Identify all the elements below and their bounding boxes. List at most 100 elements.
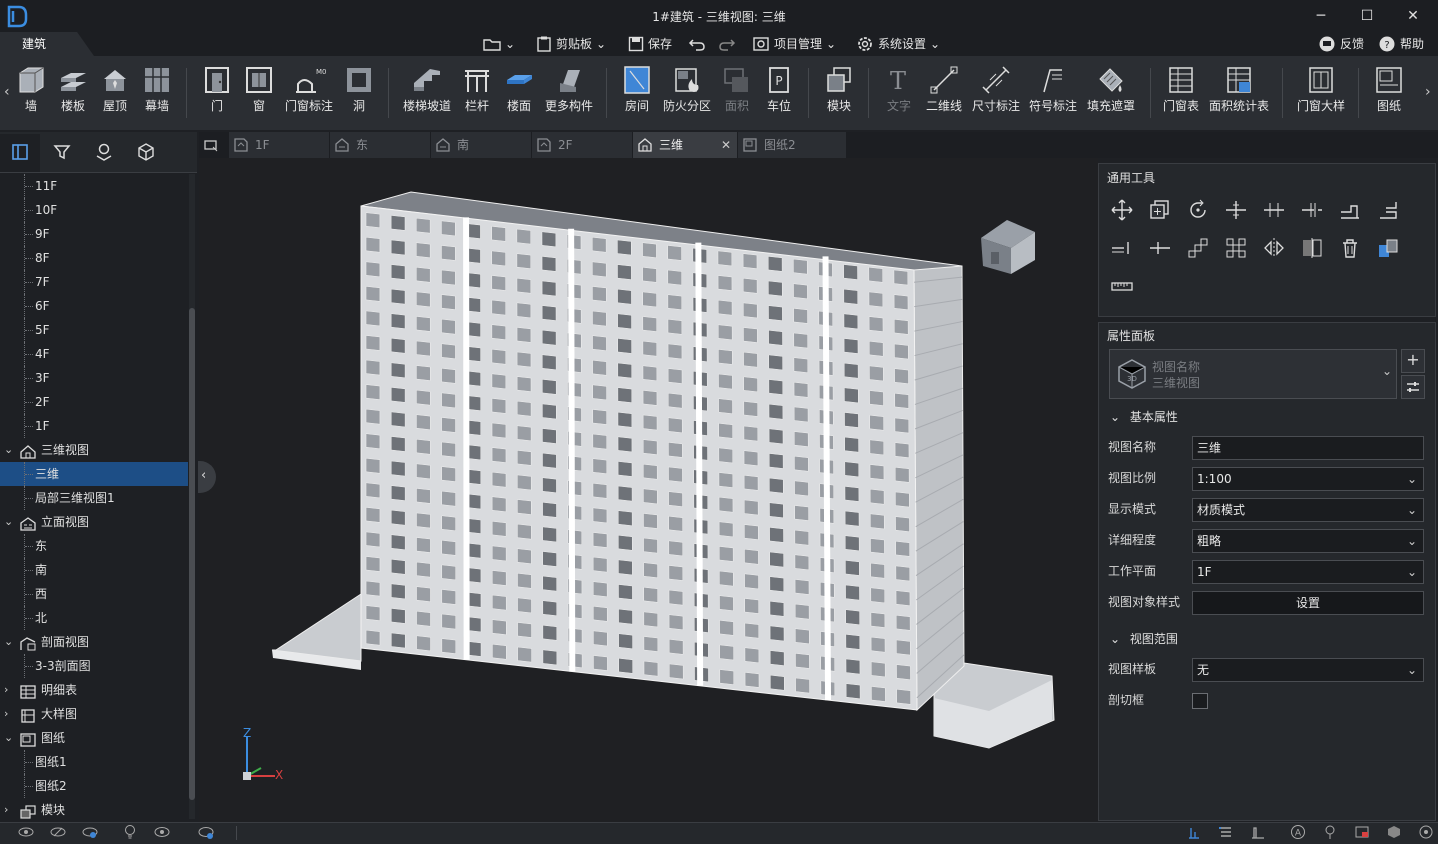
section-header[interactable]: ⌄ 视图范围 (1110, 630, 1178, 647)
roof-button[interactable]: 屋顶 (98, 62, 132, 122)
fill-mask-button[interactable]: 填充遮罩 (1084, 62, 1138, 122)
array-grid-tool-button[interactable] (1221, 234, 1251, 264)
align-tool-button[interactable] (1259, 196, 1289, 226)
drawing-button[interactable]: 图纸 (1370, 62, 1408, 122)
area-table-button[interactable]: 面积统计表 (1206, 62, 1272, 122)
tree-item[interactable]: 北 (0, 606, 188, 630)
level-button[interactable] (1248, 825, 1268, 841)
tree-group[interactable]: ⌄ 立面视图 (0, 510, 188, 534)
list-button[interactable] (1216, 825, 1236, 841)
cube-view-button[interactable] (126, 134, 166, 172)
feedback-button[interactable]: 反馈 (1318, 34, 1364, 54)
undo-button[interactable] (688, 34, 706, 54)
tree-item[interactable]: 图纸1 (0, 750, 188, 774)
panel-toggle-button[interactable] (0, 134, 40, 172)
chevron-right-icon[interactable]: › (4, 678, 8, 702)
chevron-right-icon[interactable]: › (4, 702, 8, 726)
property-select[interactable]: 无 ⌄ (1192, 658, 1424, 682)
split-tool-button[interactable] (1221, 196, 1251, 226)
tree-group[interactable]: ⌄ 剖面视图 (0, 630, 188, 654)
tree-item[interactable]: 东 (0, 534, 188, 558)
symbol-button[interactable]: 符号标注 (1026, 62, 1080, 122)
chevron-down-icon[interactable]: ⌄ (4, 726, 13, 750)
open-menu[interactable]: ⌄ (483, 34, 515, 54)
tree-item[interactable]: 西 (0, 582, 188, 606)
door-window-detail-button[interactable]: 门窗大样 (1294, 62, 1348, 122)
chevron-down-icon[interactable]: ⌄ (4, 630, 13, 654)
move-tool-button[interactable] (1107, 196, 1137, 226)
minimize-button[interactable]: ─ (1298, 4, 1344, 28)
tree-scrollbar-thumb[interactable] (189, 308, 195, 800)
chevron-down-icon[interactable]: ⌄ (4, 510, 13, 534)
tree-item[interactable]: 3-3剖面图 (0, 654, 188, 678)
window-button[interactable]: 窗 (242, 62, 276, 122)
view-settings-button[interactable] (1401, 375, 1425, 399)
curtain-wall-button[interactable]: 幕墙 (140, 62, 174, 122)
eye-settings-toggle[interactable] (196, 825, 216, 841)
clipboard-menu[interactable]: 剪贴板 ⌄ (536, 34, 606, 54)
view-type-selector[interactable]: 3D 视图名称 三维视图 ⌄ (1109, 349, 1397, 399)
system-settings-menu[interactable]: 系统设置 ⌄ (856, 34, 940, 54)
array-split-tool-button[interactable] (1145, 234, 1175, 264)
fire-zone-button[interactable]: 防火分区 (660, 62, 714, 122)
text-button[interactable]: T 文字 (882, 62, 916, 122)
close-button[interactable]: ✕ (1390, 4, 1436, 28)
chevron-right-icon[interactable]: › (4, 798, 8, 822)
tree-item[interactable]: 6F (0, 294, 188, 318)
tree-item[interactable]: 南 (0, 558, 188, 582)
dimension-button[interactable]: 尺寸标注 (970, 62, 1022, 122)
section-box-checkbox[interactable] (1192, 693, 1208, 709)
tree-item[interactable]: 7F (0, 270, 188, 294)
ribbon-scroll-right-icon[interactable]: › (1425, 84, 1431, 100)
more-components-button[interactable]: 更多构件 (542, 62, 596, 122)
visibility-2-toggle[interactable] (48, 825, 68, 841)
tree-item[interactable]: 8F (0, 246, 188, 270)
property-select[interactable]: 1F ⌄ (1192, 560, 1424, 584)
opening-button[interactable]: 洞 (342, 62, 376, 122)
material-tool-button[interactable] (1373, 234, 1403, 264)
tree-group[interactable]: › 大样图 (0, 702, 188, 726)
visibility-toggle[interactable] (16, 825, 36, 841)
chevron-down-icon[interactable]: ⌄ (4, 438, 13, 462)
tree-item[interactable]: 11F (0, 174, 188, 198)
property-select[interactable]: 1:100 ⌄ (1192, 467, 1424, 491)
measure-tool-button[interactable] (1107, 272, 1137, 302)
ribbon-scroll-left-icon[interactable]: ‹ (4, 84, 10, 100)
target-button[interactable] (1416, 825, 1436, 841)
section-header[interactable]: ⌄ 基本属性 (1110, 408, 1178, 425)
door-window-table-button[interactable]: 门窗表 (1160, 62, 1202, 122)
cube-button[interactable] (1384, 825, 1404, 841)
tree-item[interactable]: 3F (0, 366, 188, 390)
location-button[interactable] (84, 134, 124, 172)
mirror-tool-button[interactable] (1259, 234, 1289, 264)
floor-button[interactable]: 楼面 (502, 62, 536, 122)
wall-button[interactable]: 墙 (14, 62, 48, 122)
help-button[interactable]: ? 帮助 (1378, 34, 1424, 54)
stair-ramp-button[interactable]: 楼梯坡道 (400, 62, 454, 122)
object-style-button[interactable]: 设置 (1192, 591, 1424, 615)
door-button[interactable]: 门 (200, 62, 234, 122)
tree-group[interactable]: ⌄ 三维视图 (0, 438, 188, 462)
array-diagonal-tool-button[interactable] (1183, 234, 1213, 264)
delete-tool-button[interactable] (1335, 234, 1365, 264)
rotate-tool-button[interactable] (1183, 196, 1213, 226)
tree-item[interactable]: 三维 (0, 462, 188, 486)
3d-viewport[interactable]: Z X (199, 158, 1098, 822)
property-input[interactable]: 三维 (1192, 436, 1424, 460)
tab-3[interactable]: 南 (431, 132, 532, 158)
tree-item[interactable]: 2F (0, 390, 188, 414)
redo-button[interactable] (718, 34, 736, 54)
trim-tool-button[interactable] (1373, 196, 1403, 226)
close-tab-icon[interactable]: ✕ (721, 132, 731, 158)
property-select[interactable]: 粗略 ⌄ (1192, 529, 1424, 553)
room-button[interactable]: 房间 (620, 62, 654, 122)
image-button[interactable] (1352, 825, 1372, 841)
tree-item[interactable]: 5F (0, 318, 188, 342)
slab-button[interactable]: 楼板 (56, 62, 90, 122)
door-window-tag-button[interactable]: M01 门窗标注 (282, 62, 336, 122)
line-2d-button[interactable]: 二维线 (922, 62, 966, 122)
a-button[interactable]: A (1288, 824, 1308, 841)
tab-6[interactable]: 图纸2 (738, 132, 847, 158)
tab-5[interactable]: 三维 ✕ (633, 132, 738, 158)
tree-group[interactable]: › 明细表 (0, 678, 188, 702)
